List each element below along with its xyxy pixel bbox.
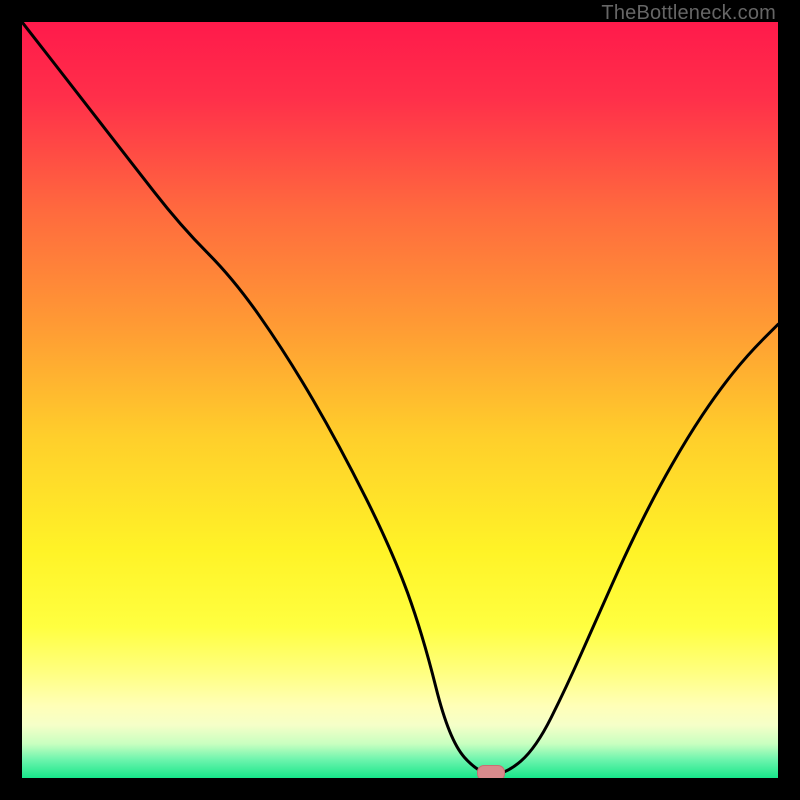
- chart-frame: TheBottleneck.com: [0, 0, 800, 800]
- minimum-marker: [477, 765, 505, 778]
- bottleneck-curve: [22, 22, 778, 778]
- watermark-text: TheBottleneck.com: [601, 2, 776, 25]
- plot-area: [22, 22, 778, 778]
